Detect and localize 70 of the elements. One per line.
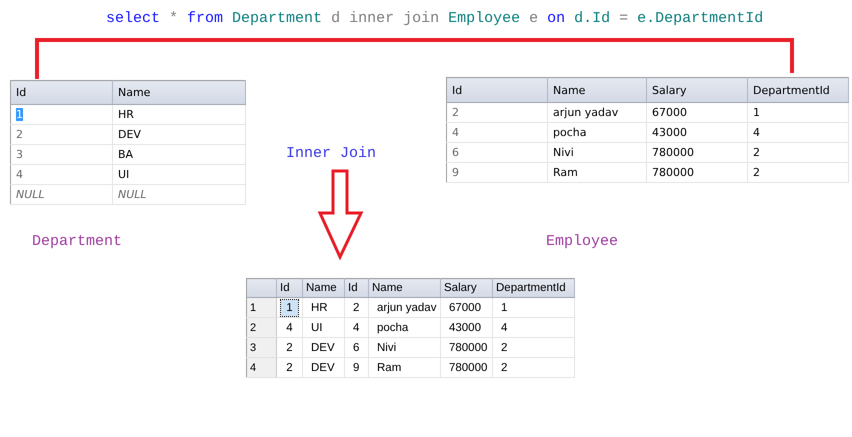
table-label: Employee: [546, 233, 618, 250]
table-cell[interactable]: Nivi: [368, 338, 440, 358]
column-header[interactable]: Id: [10, 80, 112, 104]
table-cell[interactable]: 6: [344, 338, 368, 358]
table-cell[interactable]: 2: [748, 162, 848, 182]
table-cell[interactable]: pocha: [368, 318, 440, 338]
column-header[interactable]: Name: [302, 278, 344, 298]
table-cell[interactable]: arjun yadav: [368, 298, 440, 318]
column-header[interactable]: Name: [368, 278, 440, 298]
table-cell[interactable]: 1: [492, 298, 574, 318]
table-cell[interactable]: NULL: [10, 184, 112, 204]
table-cell[interactable]: 4: [10, 164, 112, 184]
table-cell[interactable]: 2: [276, 358, 302, 378]
table-cell[interactable]: 9: [344, 358, 368, 378]
join-label: Inner Join: [286, 145, 376, 162]
column-header[interactable]: Salary: [646, 78, 748, 102]
column-header[interactable]: Name: [548, 78, 646, 102]
column-header[interactable]: Salary: [440, 278, 492, 298]
corner-header: [246, 278, 276, 298]
table-cell[interactable]: Ram: [548, 162, 646, 182]
table-cell[interactable]: 4: [492, 318, 574, 338]
table-cell[interactable]: UI: [112, 164, 246, 184]
table-cell[interactable]: 2: [492, 338, 574, 358]
table-cell[interactable]: 67000: [646, 102, 748, 122]
table-cell[interactable]: 6: [446, 142, 548, 162]
table-cell[interactable]: 67000: [440, 298, 492, 318]
row-header[interactable]: 4: [246, 358, 276, 378]
column-header[interactable]: Id: [276, 278, 302, 298]
table-cell[interactable]: BA: [112, 144, 246, 164]
table-cell[interactable]: 2: [748, 142, 848, 162]
table-cell[interactable]: HR: [302, 298, 344, 318]
table-cell[interactable]: 780000: [440, 358, 492, 378]
table-cell[interactable]: 2: [276, 338, 302, 358]
table-cell[interactable]: pocha: [548, 122, 646, 142]
table-cell[interactable]: 3: [10, 144, 112, 164]
table-cell[interactable]: 780000: [646, 142, 748, 162]
column-header[interactable]: Id: [446, 78, 548, 102]
row-header[interactable]: 1: [246, 298, 276, 318]
table-cell[interactable]: NULL: [112, 184, 246, 204]
table-cell[interactable]: 43000: [440, 318, 492, 338]
table-cell[interactable]: 2: [10, 124, 112, 144]
column-header[interactable]: DepartmentId: [748, 78, 848, 102]
table-label: Department: [32, 233, 122, 250]
column-header[interactable]: DepartmentId: [492, 278, 574, 298]
table-cell[interactable]: 4: [276, 318, 302, 338]
table-cell[interactable]: HR: [112, 104, 246, 124]
table-cell[interactable]: 780000: [440, 338, 492, 358]
table-cell[interactable]: 2: [492, 358, 574, 378]
table-cell[interactable]: DEV: [112, 124, 246, 144]
table-cell[interactable]: 1: [748, 102, 848, 122]
column-header[interactable]: Name: [112, 80, 246, 104]
table-cell[interactable]: Ram: [368, 358, 440, 378]
table-cell[interactable]: DEV: [302, 338, 344, 358]
table-cell[interactable]: 4: [344, 318, 368, 338]
table-cell[interactable]: 4: [748, 122, 848, 142]
table-cell[interactable]: arjun yadav: [548, 102, 646, 122]
sql-query: select * from Department d inner join Employee e on d.Id = e.DepartmentId: [106, 10, 764, 27]
table-cell[interactable]: UI: [302, 318, 344, 338]
row-header[interactable]: 3: [246, 338, 276, 358]
table-cell[interactable]: 4: [446, 122, 548, 142]
table-cell[interactable]: 2: [344, 298, 368, 318]
table-cell[interactable]: 2: [446, 102, 548, 122]
table-cell[interactable]: Nivi: [548, 142, 646, 162]
table-cell[interactable]: DEV: [302, 358, 344, 378]
table-cell[interactable]: 43000: [646, 122, 748, 142]
row-header[interactable]: 2: [246, 318, 276, 338]
table-cell[interactable]: 9: [446, 162, 548, 182]
down-arrow-icon: [318, 170, 364, 261]
column-header[interactable]: Id: [344, 278, 368, 298]
table-cell[interactable]: 780000: [646, 162, 748, 182]
